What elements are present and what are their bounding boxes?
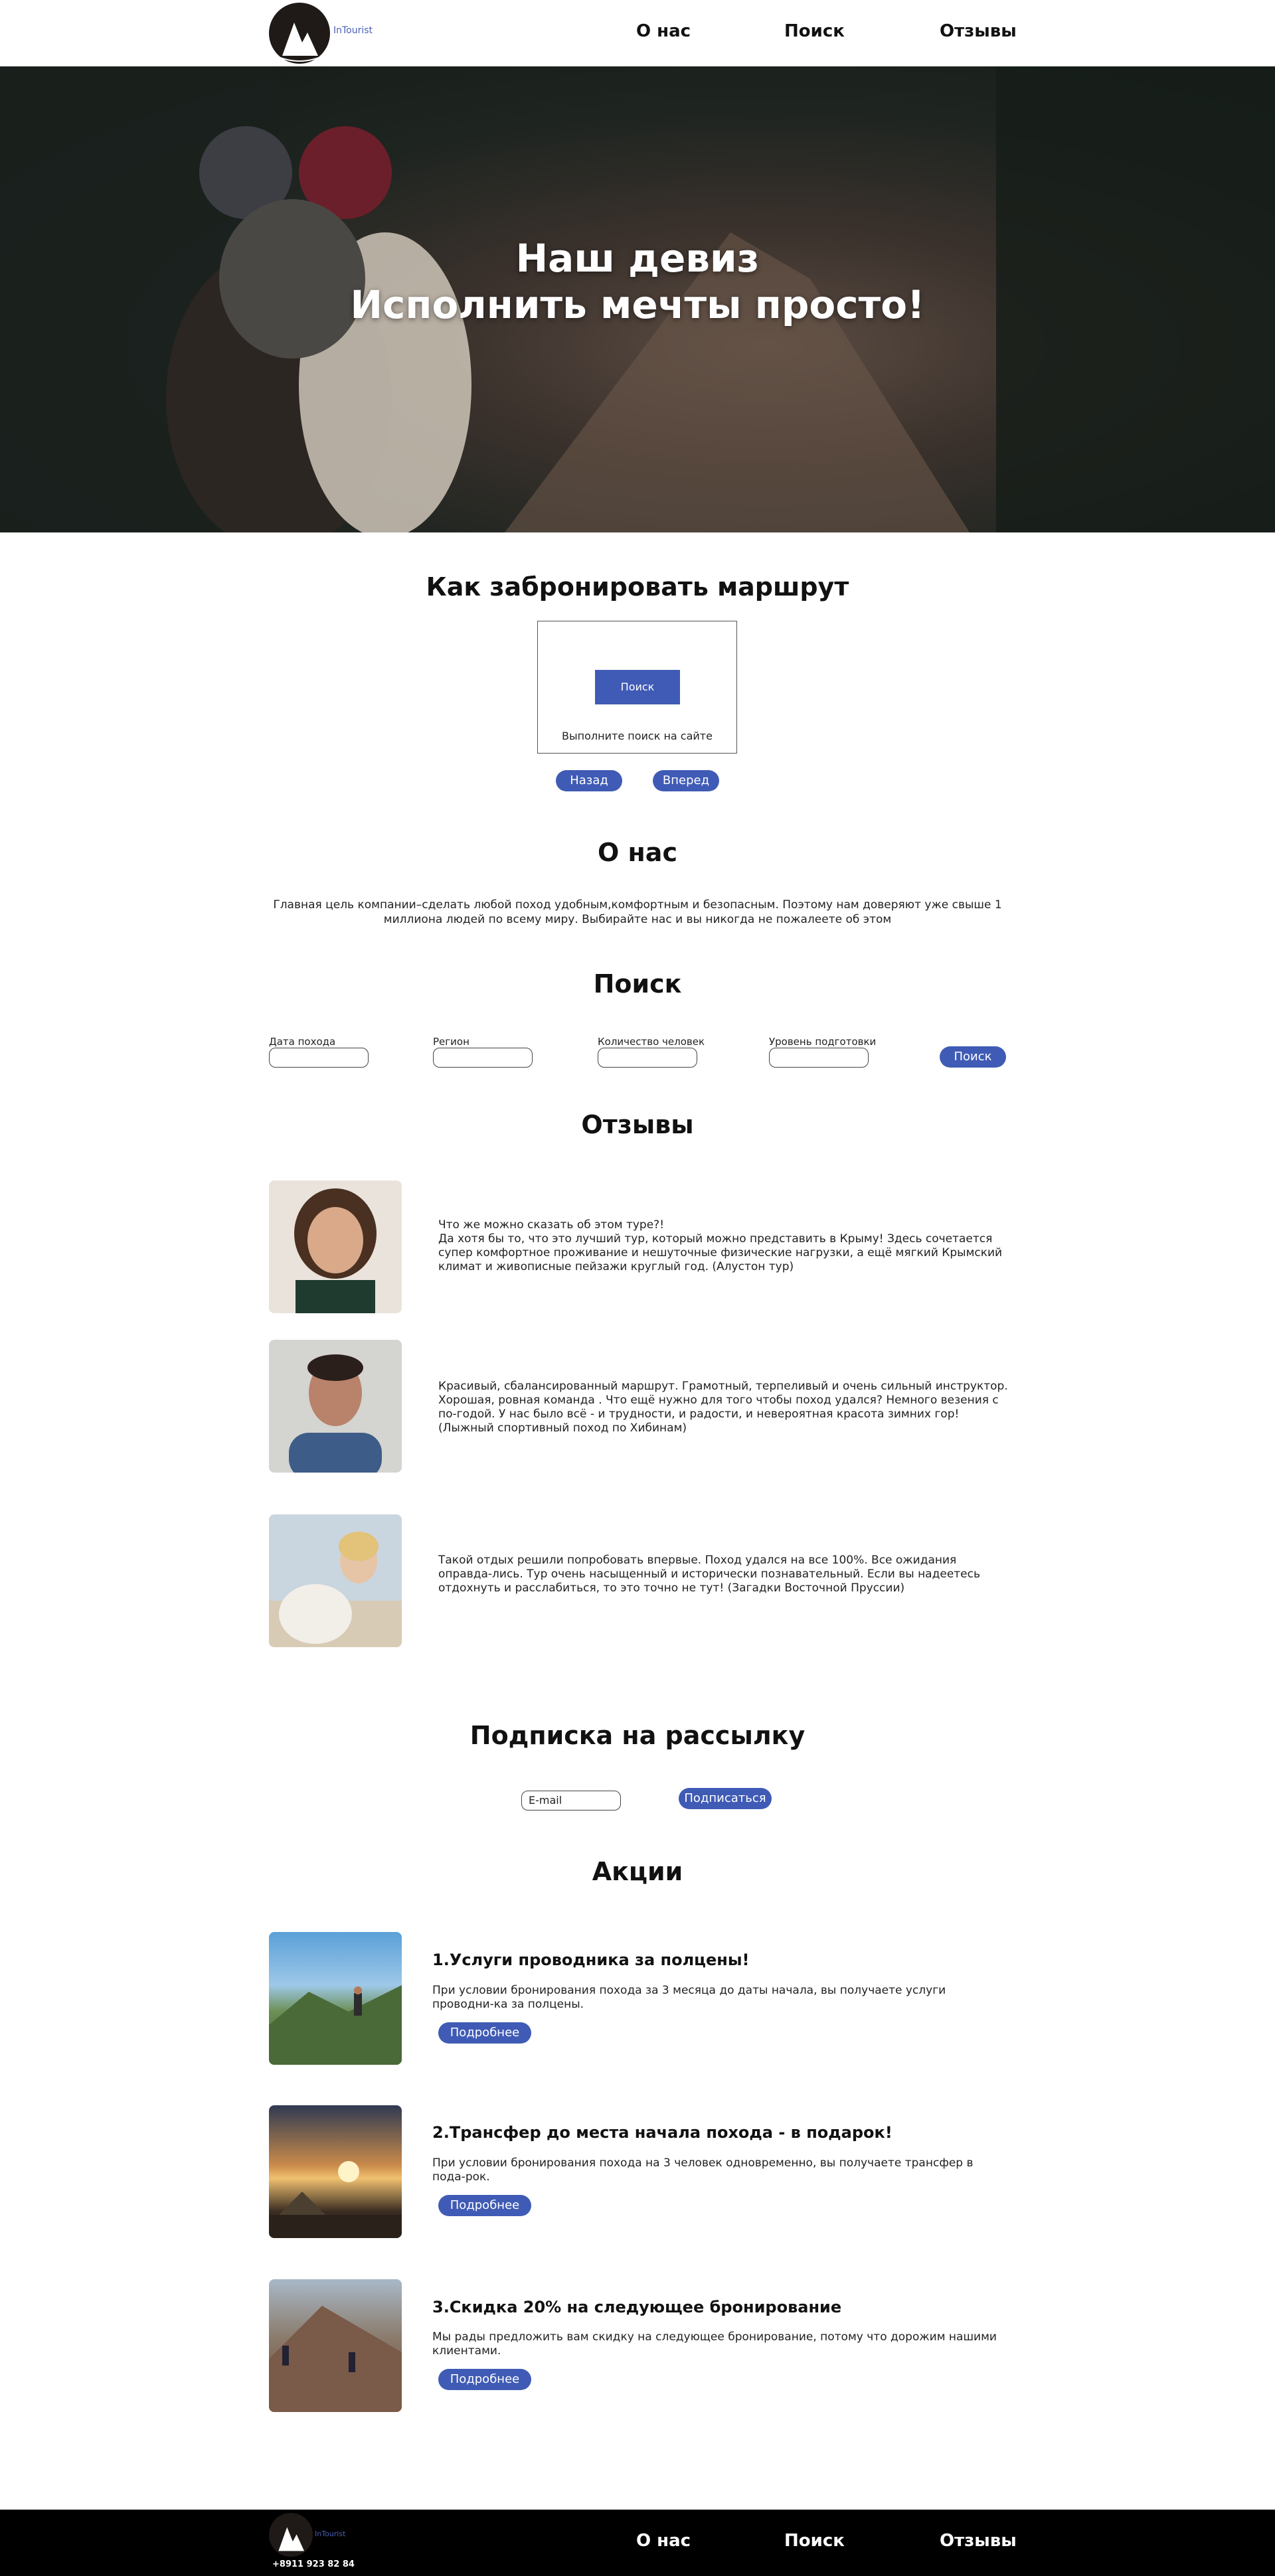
- logo-mountain-icon[interactable]: [269, 3, 330, 64]
- forward-button[interactable]: Вперед: [653, 770, 719, 791]
- region-input[interactable]: [433, 1048, 533, 1068]
- promo-2-title: 2.Трансфер до места начала похода - в по…: [432, 2123, 892, 2142]
- about-text: Главная цель компании–сделать любой похо…: [273, 898, 1002, 926]
- reviewer-3-photo: [269, 1514, 402, 1647]
- field-label-people: Количество человек: [598, 1036, 705, 1048]
- promo-2-photo: [269, 2105, 402, 2238]
- review-3-text: Такой отдых решили попробовать впервые. …: [438, 1554, 980, 1595]
- promo-3-photo: [269, 2279, 402, 2412]
- reviewer-2-photo: [269, 1340, 402, 1473]
- promo-3-text: Мы рады предложить вам скидку на следующ…: [432, 2330, 997, 2358]
- footer-logo-mountain-icon[interactable]: [269, 2513, 313, 2557]
- booking-step-card: Поиск Выполните поиск на сайте: [537, 621, 737, 754]
- booking-title: Как забронировать маршрут: [426, 572, 849, 602]
- hero-banner: Наш девиз Исполнить мечты просто!: [0, 66, 1275, 532]
- footer-phone: +8911 923 82 84: [272, 2559, 355, 2569]
- review-1-text: Что же можно сказать об этом туре?! Да х…: [438, 1218, 1003, 1273]
- people-input[interactable]: [598, 1048, 697, 1068]
- step-search-button[interactable]: Поиск: [595, 670, 680, 704]
- nav-reviews[interactable]: Отзывы: [940, 21, 1017, 41]
- newsletter-title: Подписка на рассылку: [469, 1721, 806, 1750]
- site-header: InTourist О нас Поиск Отзывы: [0, 0, 1275, 66]
- logo-text: InTourist: [333, 25, 373, 36]
- date-input[interactable]: [269, 1048, 369, 1068]
- field-label-region: Регион: [433, 1036, 469, 1048]
- hero-line-2: Исполнить мечты просто!: [350, 282, 925, 327]
- promo-2-details-button[interactable]: Подробнее: [438, 2195, 531, 2216]
- promo-1-title: 1.Услуги проводника за полцены!: [432, 1951, 750, 1969]
- subscribe-button[interactable]: Подписаться: [679, 1788, 772, 1809]
- footer-nav-reviews[interactable]: Отзывы: [940, 2531, 1017, 2551]
- footer-nav-about[interactable]: О нас: [636, 2531, 691, 2551]
- reviews-title: Отзывы: [581, 1110, 694, 1139]
- promos-title: Акции: [592, 1857, 683, 1886]
- promo-3-details-button[interactable]: Подробнее: [438, 2369, 531, 2390]
- nav-search[interactable]: Поиск: [784, 21, 845, 41]
- about-title: О нас: [598, 838, 677, 867]
- promo-3-title: 3.Скидка 20% на следующее бронирование: [432, 2298, 842, 2316]
- step-caption: Выполните поиск на сайте: [562, 730, 713, 742]
- footer-logo-text: InTourist: [315, 2530, 346, 2538]
- level-input[interactable]: [769, 1048, 869, 1068]
- search-button[interactable]: Поиск: [940, 1046, 1006, 1068]
- hero-line-1: Наш девиз: [515, 236, 760, 281]
- search-title: Поиск: [593, 969, 682, 999]
- promo-1-details-button[interactable]: Подробнее: [438, 2022, 531, 2044]
- promo-2-text: При условии бронирования похода на 3 чел…: [432, 2156, 974, 2184]
- reviewer-1-photo: [269, 1180, 402, 1313]
- field-label-level: Уровень подготовки: [769, 1036, 877, 1048]
- field-label-date: Дата похода: [269, 1036, 336, 1048]
- footer-nav-search[interactable]: Поиск: [784, 2531, 845, 2551]
- promo-1-photo: [269, 1932, 402, 2065]
- review-2-text: Красивый, сбалансированный маршрут. Грам…: [438, 1380, 1008, 1435]
- back-button[interactable]: Назад: [556, 770, 622, 791]
- promo-1-text: При условии бронирования похода за 3 мес…: [432, 1984, 946, 2011]
- email-input[interactable]: E-mail: [521, 1791, 621, 1811]
- nav-about[interactable]: О нас: [636, 21, 691, 41]
